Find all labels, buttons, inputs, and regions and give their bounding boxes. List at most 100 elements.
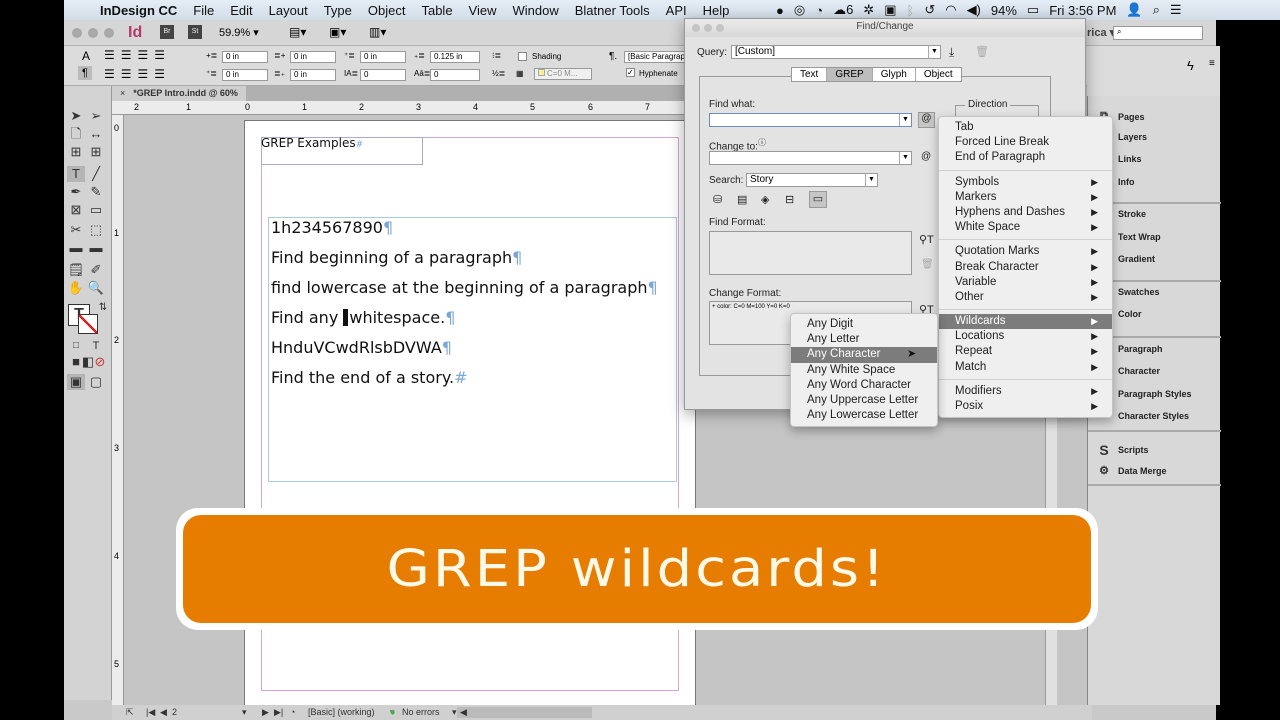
menu-item-any-letter[interactable]: Any Letter	[791, 332, 937, 347]
menu-item-modifiers[interactable]: Modifiers ▶	[939, 384, 1112, 399]
swap-fill-stroke-icon[interactable]: ⇅	[94, 300, 112, 316]
horizontal-ruler[interactable]: 2 1 0 1 2 3 4 5 6 7 8	[112, 101, 702, 115]
query-dropdown[interactable]: [Custom] ▼	[731, 45, 941, 59]
last-page-button[interactable]: ▶|	[274, 707, 283, 718]
change-to-history-dropdown[interactable]: ▼	[899, 152, 911, 164]
first-line-indent-field[interactable]: 0 in	[222, 69, 268, 81]
last-line-indent-field[interactable]: 0 in	[290, 69, 336, 81]
hand-tool-icon[interactable]: ✋	[67, 280, 85, 296]
gradient-feather-tool-icon[interactable]: ▬	[87, 240, 105, 256]
note-tool-icon[interactable]: 🗒	[67, 262, 85, 278]
preview-mode-icon[interactable]: ▢	[87, 374, 105, 390]
clear-find-format-icon[interactable]: 🗑	[921, 259, 934, 270]
search-scope-dropdown[interactable]: Story ▼	[746, 173, 878, 187]
stock-button[interactable]: St	[188, 25, 202, 39]
drop-cap-lines-field[interactable]: 0	[360, 69, 406, 81]
gap-tool-icon[interactable]: ↔	[87, 126, 105, 142]
menu-item-white-space[interactable]: White Space ▶	[939, 220, 1112, 235]
include-footnotes-icon[interactable]: ▭	[809, 191, 827, 208]
type-tool-icon[interactable]: T	[67, 166, 85, 182]
document-tab[interactable]: × *GREP Intro.indd @ 60%	[112, 86, 246, 101]
menu-item-quotation-marks[interactable]: Quotation Marks ▶	[939, 244, 1112, 259]
camera-icon[interactable]: ▣	[884, 2, 896, 18]
window-minimize-button[interactable]	[88, 28, 98, 38]
previous-page-button[interactable]: ◀	[160, 707, 167, 718]
zoom-tool-icon[interactable]: 🔍	[87, 280, 105, 296]
space-after-field[interactable]: 0.125 in	[430, 51, 480, 63]
save-query-icon[interactable]: ⤓	[949, 45, 954, 60]
menu-view[interactable]: View	[461, 3, 505, 18]
menu-item-any-white-space[interactable]: Any White Space	[791, 363, 937, 378]
panel-scripts[interactable]: S Scripts	[1098, 442, 1148, 458]
selection-tool-icon[interactable]: ➤	[67, 108, 85, 124]
menu-file[interactable]: File	[185, 3, 222, 18]
wifi-icon[interactable]: ◠	[945, 2, 956, 18]
arrange-documents-icon[interactable]: ▥▾	[369, 25, 386, 39]
alignment-buttons-row2[interactable]: ☰☰☰☰	[104, 67, 171, 81]
user-icon[interactable]: 👤	[1126, 2, 1142, 18]
clock[interactable]: Fri 3:56 PM	[1049, 3, 1116, 18]
open-in-bridge-icon[interactable]: ⇱	[126, 707, 134, 718]
normal-view-icon[interactable]: ▣	[67, 374, 85, 390]
special-characters-find-button[interactable]: @	[918, 112, 935, 128]
menu-item-forced-line-break[interactable]: Forced Line Break	[939, 135, 1112, 150]
menu-item-any-character[interactable]: Any Character ➤	[791, 347, 937, 363]
menu-item-variable[interactable]: Variable ▶	[939, 275, 1112, 290]
shading-color-dropdown[interactable]: C=0 M...	[534, 68, 592, 80]
menu-item-end-of-paragraph[interactable]: End of Paragraph	[939, 150, 1112, 165]
tab-object[interactable]: Object	[916, 68, 961, 81]
free-transform-tool-icon[interactable]: ⬚	[87, 222, 105, 238]
menu-app-name[interactable]: InDesign CC	[92, 3, 185, 18]
menu-item-wildcards[interactable]: Wildcards ▶	[939, 314, 1112, 330]
eyedropper-tool-icon[interactable]: ✐	[87, 262, 105, 278]
next-page-button[interactable]: ▶	[262, 707, 269, 718]
first-page-button[interactable]: |◀	[146, 707, 155, 718]
menu-layout[interactable]: Layout	[261, 3, 316, 18]
menu-item-locations[interactable]: Locations ▶	[939, 329, 1112, 344]
text-line[interactable]: Find any whitespace.¶	[271, 308, 455, 327]
include-hidden-layers-icon[interactable]: ◈	[761, 193, 769, 206]
menu-item-markers[interactable]: Markers ▶	[939, 190, 1112, 205]
spotlight-icon[interactable]: ⌕	[1153, 2, 1160, 18]
dialog-title-bar[interactable]: Find/Change	[685, 19, 1085, 37]
special-characters-change-button[interactable]: @	[921, 151, 931, 162]
text-line[interactable]: Find beginning of a paragraph¶	[271, 248, 522, 267]
menu-item-any-lowercase-letter[interactable]: Any Lowercase Letter	[791, 408, 937, 423]
menu-item-any-uppercase-letter[interactable]: Any Uppercase Letter	[791, 393, 937, 408]
window-zoom-button[interactable]	[104, 28, 114, 38]
rectangle-tool-icon[interactable]: ▭	[87, 202, 105, 218]
vertical-ruler[interactable]: 0 1 2 3 4 5	[112, 115, 124, 705]
menu-item-other[interactable]: Other ▶	[939, 290, 1112, 305]
left-indent-field[interactable]: 0 in	[222, 51, 268, 63]
page-number-field[interactable]: 2 ▾	[172, 707, 252, 717]
find-what-history-dropdown[interactable]: ▼	[899, 114, 911, 126]
screen-mode-icon[interactable]: ▣▾	[329, 25, 346, 39]
time-machine-icon[interactable]: ↺	[924, 2, 935, 18]
story-text-frame[interactable]: 1h234567890¶ Find beginning of a paragra…	[268, 217, 677, 482]
tab-text[interactable]: Text	[792, 68, 828, 81]
text-line[interactable]: Find the end of a story.#	[271, 368, 468, 387]
brightness-icon[interactable]: ✲	[863, 2, 874, 18]
pen-tool-icon[interactable]: ✒	[67, 184, 85, 200]
line-tool-icon[interactable]: ╱	[87, 166, 105, 182]
bullets-icon[interactable]: ⁝≣	[492, 51, 501, 60]
dialog-minimize-button[interactable]	[704, 24, 712, 32]
content-collector-icon[interactable]: ⊞	[67, 144, 85, 160]
text-line[interactable]: 1h234567890¶	[271, 218, 393, 237]
menu-api[interactable]: API	[658, 3, 695, 18]
text-line[interactable]: find lowercase at the beginning of a par…	[271, 278, 658, 297]
zoom-level-dropdown[interactable]: 59.9% ▾	[219, 26, 259, 39]
view-options-icon[interactable]: ▤▾	[289, 25, 306, 39]
menu-item-break-character[interactable]: Break Character ▶	[939, 260, 1112, 275]
window-close-button[interactable]	[72, 28, 82, 38]
clock-app-icon[interactable]: ◔	[815, 3, 823, 18]
scissors-tool-icon[interactable]: ✂	[67, 222, 85, 238]
character-mode-button[interactable]: A	[82, 49, 90, 63]
include-master-pages-icon[interactable]: ⊟	[785, 193, 794, 206]
formatting-text-icon[interactable]: T	[87, 338, 105, 354]
specify-find-format-icon[interactable]: ⚲T	[919, 233, 934, 246]
bluetooth-icon[interactable]: ᛒ	[907, 3, 915, 18]
menu-item-symbols[interactable]: Symbols ▶	[939, 175, 1112, 190]
menu-help[interactable]: Help	[695, 3, 738, 18]
find-format-box[interactable]	[709, 231, 912, 275]
